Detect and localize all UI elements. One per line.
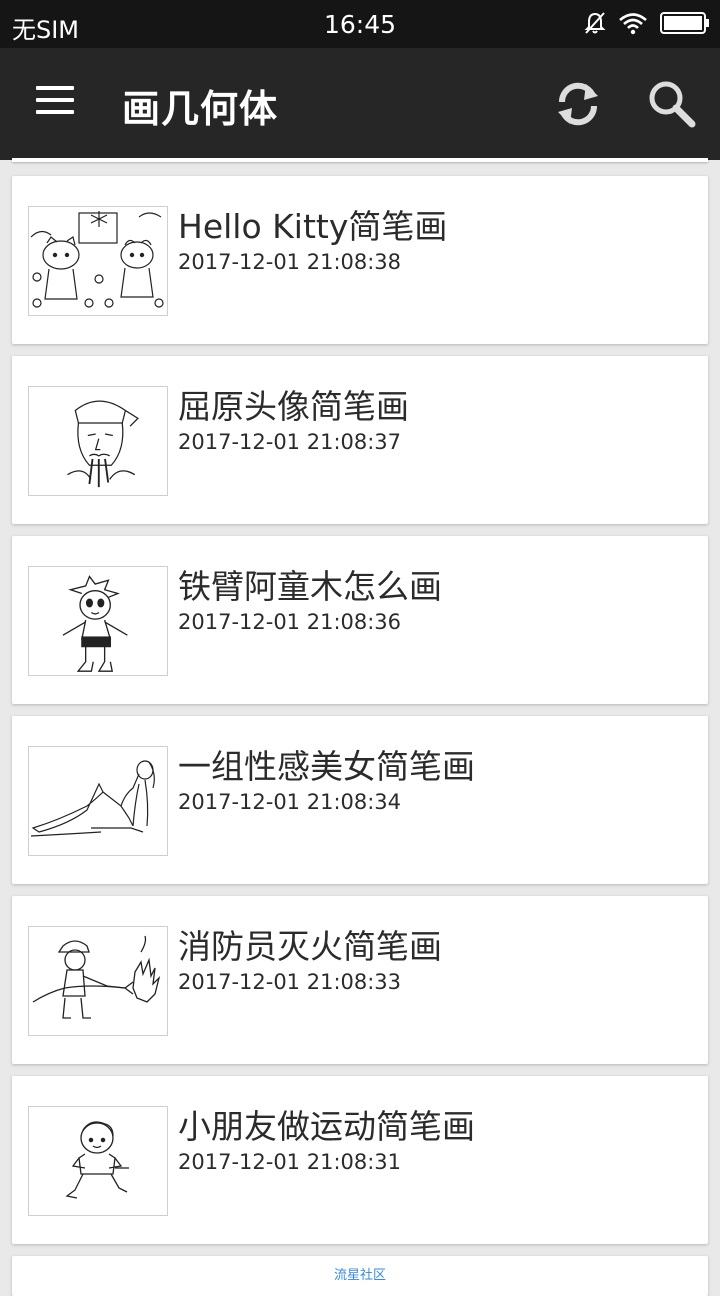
thumbnail-astro-boy [28,566,168,676]
footer-watermark-text: 流星社区 [333,1268,386,1283]
thumbnail-child-exercise [28,1106,168,1216]
item-title: 屈原头像简笔画 [178,387,409,426]
list-item[interactable]: 小朋友做运动简笔画 2017-12-01 21:08:31 [12,1076,708,1244]
thumbnail-hello-kitty [28,206,168,316]
wifi-icon [618,11,648,39]
list-item[interactable]: Hello Kitty简笔画 2017-12-01 21:08:38 [12,176,708,344]
list-item[interactable]: 铁臂阿童木怎么画 2017-12-01 21:08:36 [12,536,708,704]
item-title: 一组性感美女简笔画 [178,747,475,786]
previous-card-edge [12,158,708,162]
thumbnail-qu-yuan [28,386,168,496]
search-button[interactable] [646,78,698,130]
article-list: Hello Kitty简笔画 2017-12-01 21:08:38 屈原头像简… [12,176,708,1256]
footer-card: 流星社区 [12,1256,708,1296]
item-date: 2017-12-01 21:08:31 [178,1150,402,1174]
menu-button[interactable] [34,86,78,120]
battery-icon [660,11,710,39]
thumbnail-woman [28,746,168,856]
refresh-icon [558,82,598,126]
search-icon [649,81,696,128]
item-date: 2017-12-01 21:08:37 [178,430,402,454]
item-title: 铁臂阿童木怎么画 [178,567,442,606]
app-bar: 画几何体 [0,48,720,160]
status-icons [584,10,710,40]
status-bar: 无SIM 16:45 [0,0,720,48]
thumbnail-firefighter [28,926,168,1036]
mute-bell-icon [584,11,606,39]
item-title: 小朋友做运动简笔画 [178,1107,475,1146]
page-title: 画几何体 [122,87,279,131]
item-date: 2017-12-01 21:08:36 [178,610,402,634]
item-title: Hello Kitty简笔画 [178,207,448,246]
list-item[interactable]: 消防员灭火简笔画 2017-12-01 21:08:33 [12,896,708,1064]
hamburger-menu-icon [36,86,74,90]
refresh-button[interactable] [552,78,604,130]
list-item[interactable]: 一组性感美女简笔画 2017-12-01 21:08:34 [12,716,708,884]
item-title: 消防员灭火简笔画 [178,927,442,966]
list-item[interactable]: 屈原头像简笔画 2017-12-01 21:08:37 [12,356,708,524]
item-date: 2017-12-01 21:08:34 [178,790,402,814]
item-date: 2017-12-01 21:08:33 [178,970,402,994]
item-date: 2017-12-01 21:08:38 [178,250,402,274]
